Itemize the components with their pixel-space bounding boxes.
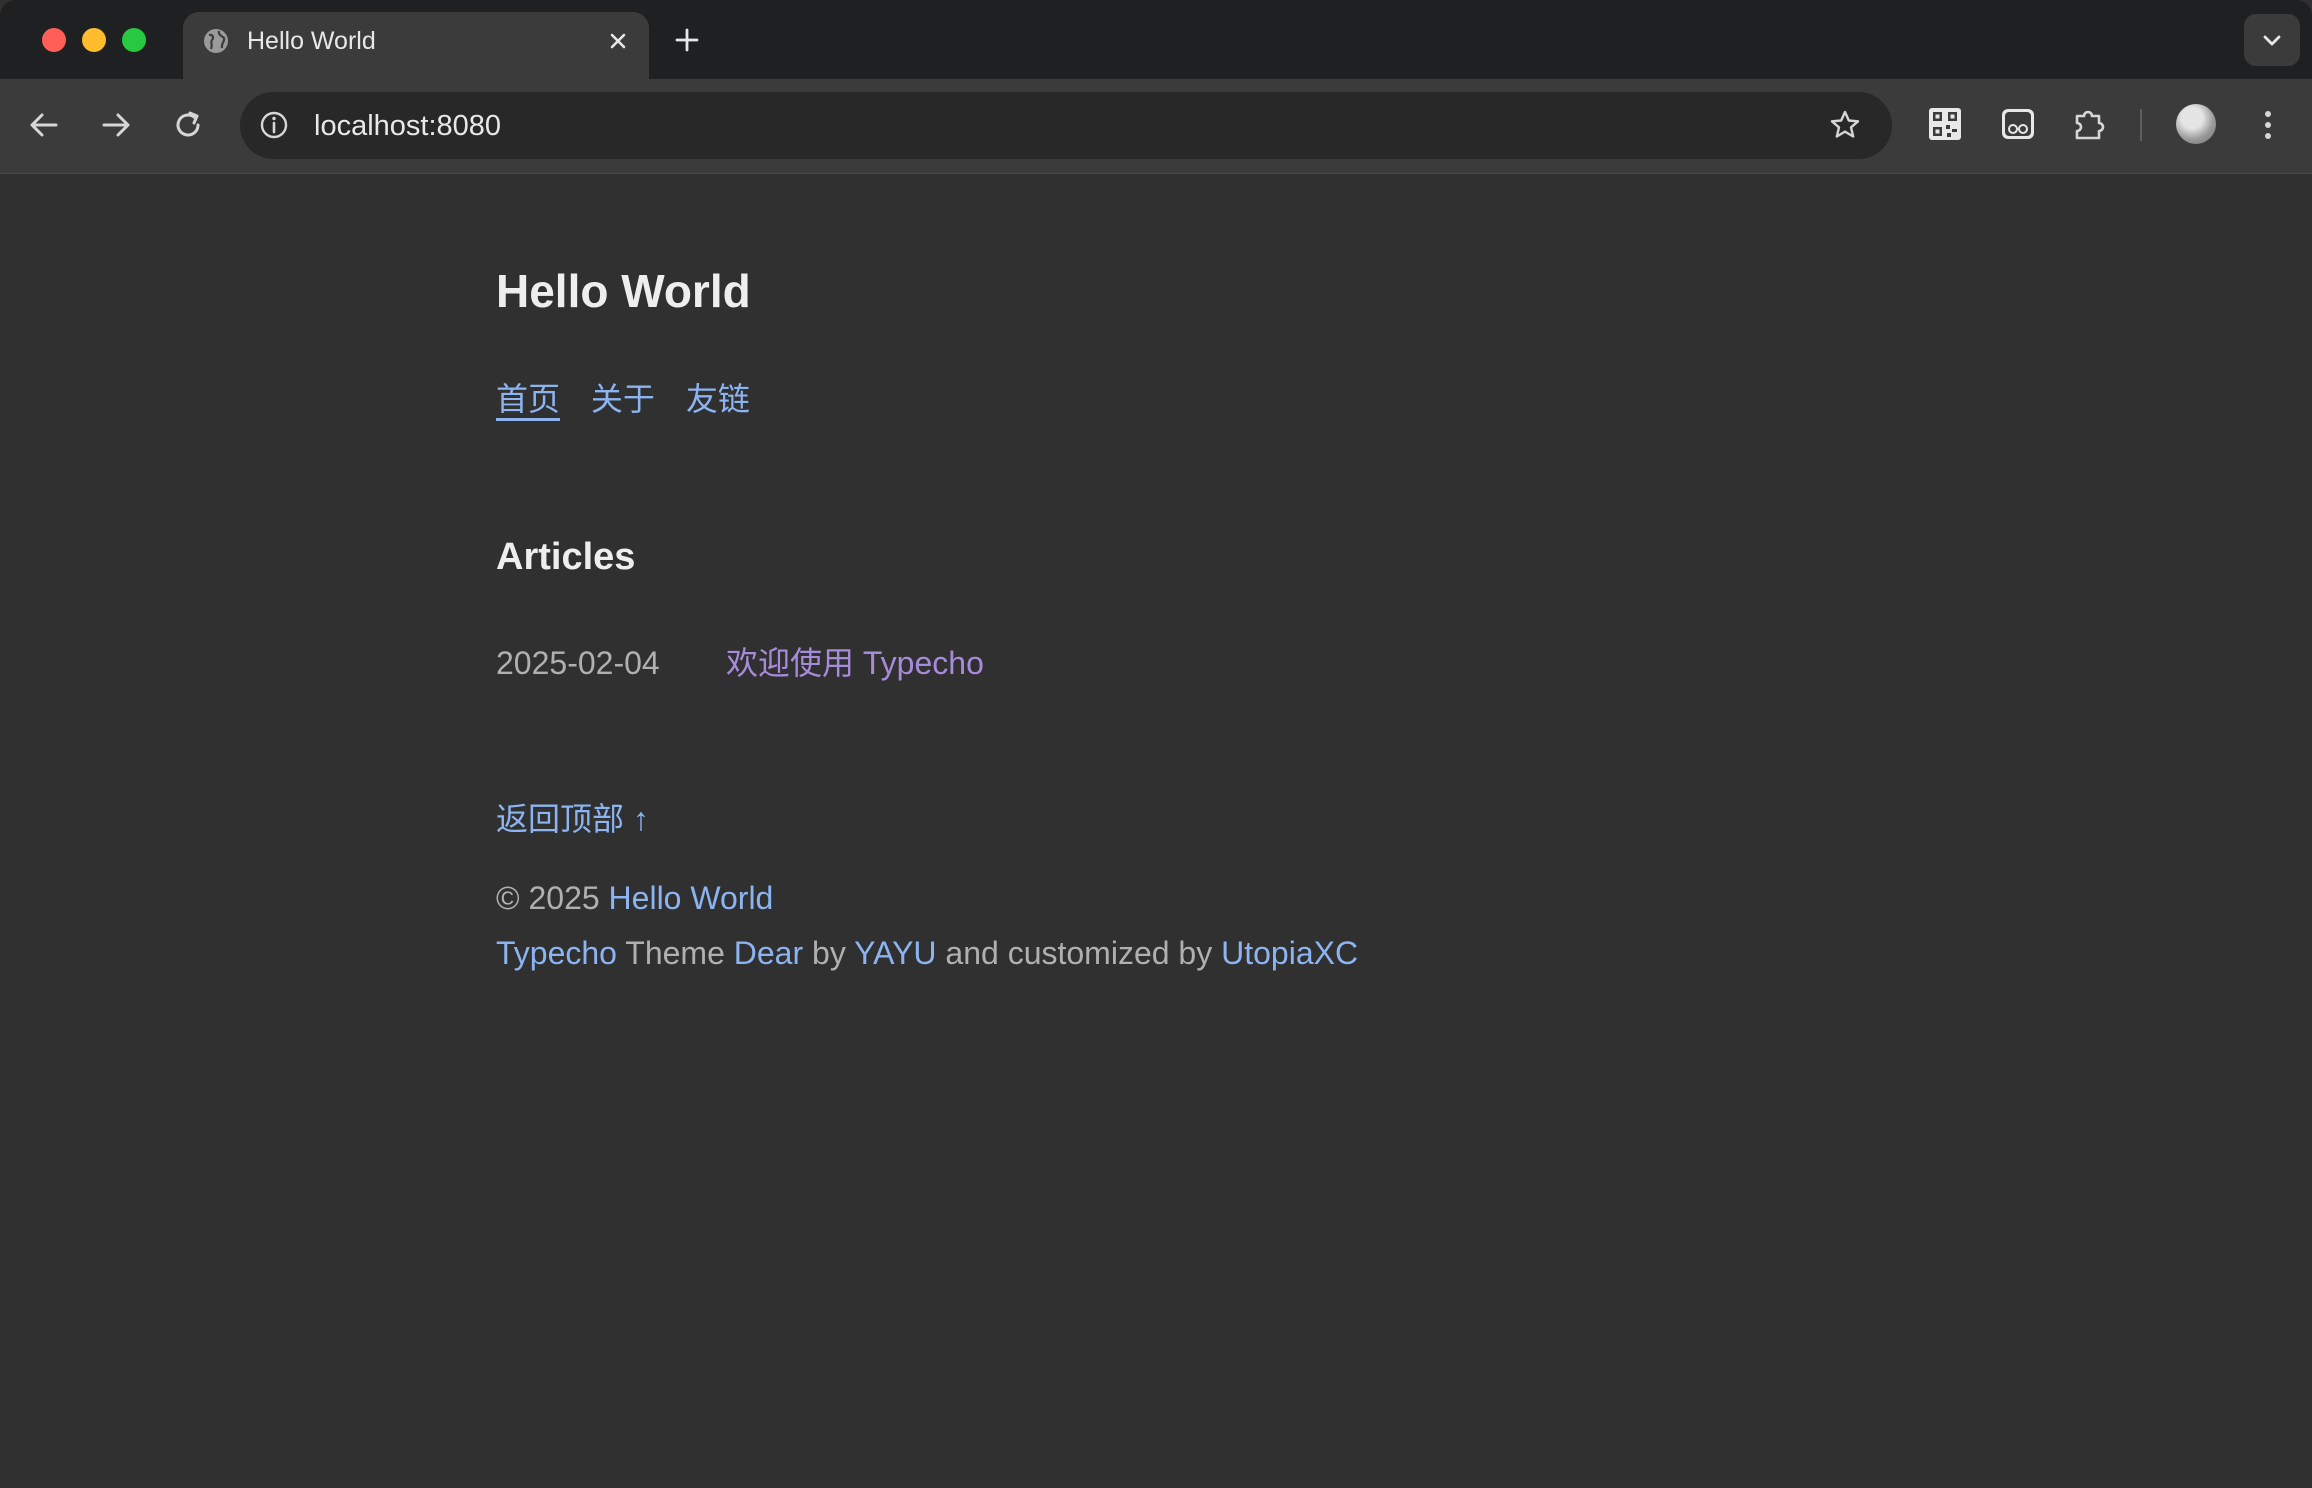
- puzzle-icon[interactable]: [2069, 103, 2111, 145]
- reader-mode-icon[interactable]: [1997, 103, 2039, 145]
- article-link[interactable]: 欢迎使用 Typecho: [726, 645, 984, 681]
- star-icon[interactable]: [1828, 108, 1862, 142]
- new-tab-icon[interactable]: [671, 24, 703, 56]
- by-text: by: [803, 935, 855, 971]
- toolbar-divider: [2140, 109, 2142, 141]
- address-bar[interactable]: localhost:8080: [240, 92, 1892, 159]
- copyright-text: © 2025: [496, 880, 609, 916]
- articles-heading: Articles: [496, 536, 636, 578]
- typecho-link[interactable]: Typecho: [496, 935, 617, 971]
- list-item: 2025-02-04 欢迎使用 Typecho: [496, 638, 984, 684]
- browser-tab[interactable]: Hello World: [183, 12, 649, 79]
- maximize-window-button[interactable]: [122, 28, 146, 52]
- globe-icon: [204, 29, 228, 53]
- footer-credits: Typecho Theme Dear by YAYU and customize…: [496, 935, 1358, 972]
- reload-icon[interactable]: [168, 105, 208, 145]
- qr-code-icon[interactable]: [1924, 103, 1966, 145]
- page-viewport: Hello World 首页 关于 友链 Articles 2025-02-04…: [0, 174, 2312, 1488]
- forward-arrow-icon[interactable]: [96, 105, 136, 145]
- article-date: 2025-02-04: [496, 645, 660, 681]
- customized-text: and customized by: [936, 935, 1222, 971]
- tab-search-button[interactable]: [2244, 14, 2300, 66]
- close-tab-icon[interactable]: [603, 26, 633, 56]
- nav-item-home[interactable]: 首页: [496, 381, 560, 417]
- yayu-link[interactable]: YAYU: [854, 935, 936, 971]
- footer-site-link[interactable]: Hello World: [609, 880, 774, 916]
- close-window-button[interactable]: [42, 28, 66, 52]
- browser-window: Hello World localhost:8080 Hello World 首…: [0, 0, 2312, 1488]
- tab-strip: Hello World: [0, 0, 2312, 79]
- profile-avatar[interactable]: [2176, 104, 2216, 144]
- chevron-down-icon: [2263, 35, 2281, 46]
- dear-theme-link[interactable]: Dear: [734, 935, 803, 971]
- url-text[interactable]: localhost:8080: [314, 109, 501, 143]
- back-arrow-icon[interactable]: [24, 105, 64, 145]
- more-vert-icon[interactable]: [2250, 105, 2286, 145]
- nav-item-about[interactable]: 关于: [591, 381, 655, 417]
- theme-text: Theme: [616, 935, 734, 971]
- tab-title: Hello World: [247, 27, 376, 55]
- back-to-top-link[interactable]: 返回顶部 ↑: [496, 794, 649, 840]
- minimize-window-button[interactable]: [82, 28, 106, 52]
- info-icon[interactable]: [258, 109, 290, 141]
- nav-item-links[interactable]: 友链: [686, 381, 750, 417]
- footer-copyright: © 2025 Hello World: [496, 880, 773, 917]
- site-title: Hello World: [496, 265, 751, 317]
- utopiaxc-link[interactable]: UtopiaXC: [1221, 935, 1358, 971]
- site-nav: 首页 关于 友链: [496, 374, 772, 420]
- browser-toolbar: localhost:8080: [0, 79, 2312, 174]
